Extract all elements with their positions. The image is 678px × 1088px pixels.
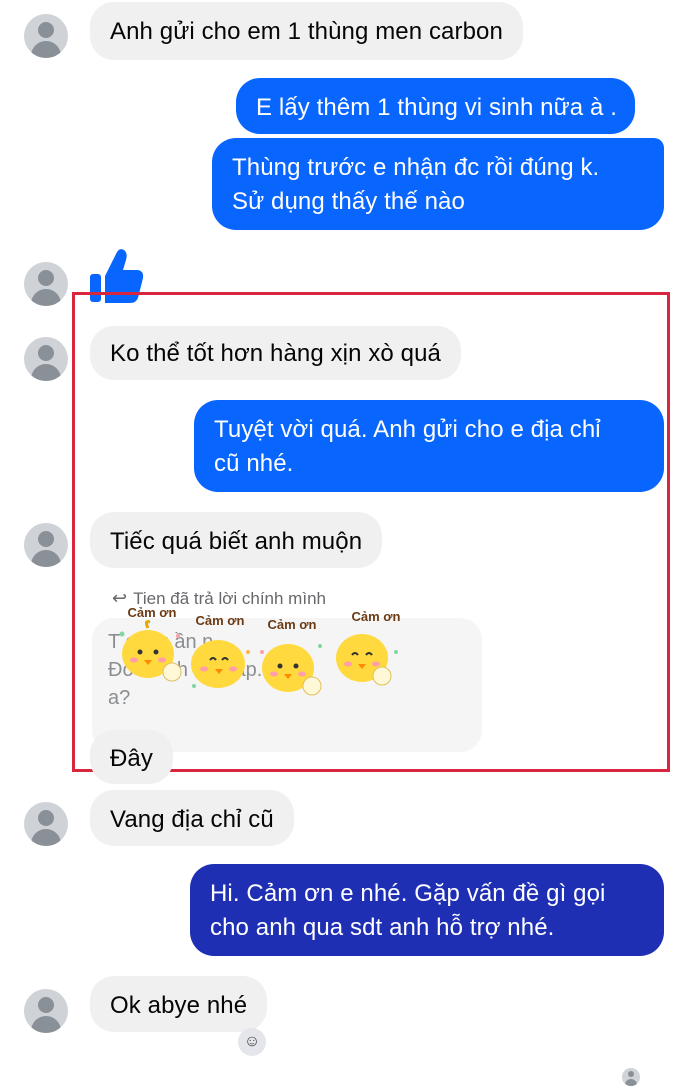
message-text-line: cho anh qua sdt anh hỗ trợ nhé.	[210, 914, 555, 941]
message-text-line: Tuyệt vời quá. Anh gửi cho e địa chỉ	[214, 416, 601, 443]
add-reaction-icon[interactable]: ☺	[238, 1028, 266, 1056]
incoming-message[interactable]: Vang địa chỉ cũ	[90, 790, 294, 846]
message-text: Anh gửi cho em 1 thùng men carbon	[110, 18, 503, 45]
message-text-line: Sử dụng thấy thế nào	[232, 188, 465, 215]
chick-sticker: Cảm ơn	[186, 612, 254, 698]
contact-avatar[interactable]	[24, 337, 68, 381]
outgoing-message[interactable]: E lấy thêm 1 thùng vi sinh nữa à .	[236, 78, 635, 134]
svg-text:Cảm ơn: Cảm ơn	[268, 617, 317, 632]
contact-avatar[interactable]	[24, 989, 68, 1033]
svg-text:Cảm ơn: Cảm ơn	[352, 609, 400, 624]
chick-sticker: Cảm ơn	[332, 608, 401, 694]
outgoing-message[interactable]: Hi. Cảm ơn e nhé. Gặp vấn đề gì gọi cho …	[190, 864, 664, 956]
incoming-message[interactable]: Ok abye nhé	[90, 976, 268, 1032]
message-text-line: Hi. Cảm ơn e nhé. Gặp vấn đề gì gọi	[210, 880, 606, 907]
incoming-message[interactable]: Anh gửi cho em 1 thùng men carbon	[90, 2, 523, 60]
contact-avatar[interactable]	[24, 262, 68, 306]
thank-you-sticker[interactable]: Cảm ơn Cảm ơn Cảm ơn Cảm ơn	[118, 604, 428, 696]
seen-avatar	[622, 1068, 640, 1086]
outgoing-message[interactable]: Thùng trước e nhận đc rồi đúng k. Sử dụn…	[212, 138, 664, 230]
message-text-line: Thùng trước e nhận đc rồi đúng k.	[232, 154, 600, 181]
message-text: Ok abye nhé	[110, 992, 248, 1019]
message-text: Đây	[110, 745, 153, 772]
contact-avatar[interactable]	[24, 523, 68, 567]
contact-avatar[interactable]	[24, 14, 68, 58]
contact-avatar[interactable]	[24, 802, 68, 846]
message-text: Tiếc quá biết anh muộn	[110, 528, 363, 555]
message-text-line: cũ nhé.	[214, 450, 294, 477]
svg-text:Cảm ơn: Cảm ơn	[128, 605, 177, 620]
incoming-message[interactable]: Đây	[90, 730, 173, 784]
message-text: Ko thể tốt hơn hàng xịn xò quá	[110, 340, 441, 367]
incoming-message[interactable]: Tiếc quá biết anh muộn	[90, 512, 383, 568]
outgoing-message[interactable]: Tuyệt vời quá. Anh gửi cho e địa chỉ cũ …	[194, 400, 664, 492]
message-text: Vang địa chỉ cũ	[110, 806, 274, 833]
incoming-message[interactable]: Ko thể tốt hơn hàng xịn xò quá	[90, 326, 461, 380]
chick-sticker: Cảm ơn	[118, 604, 186, 690]
message-text: E lấy thêm 1 thùng vi sinh nữa à .	[256, 94, 617, 121]
chick-sticker: Cảm ơn	[258, 616, 326, 702]
svg-text:Cảm ơn: Cảm ơn	[196, 613, 245, 628]
